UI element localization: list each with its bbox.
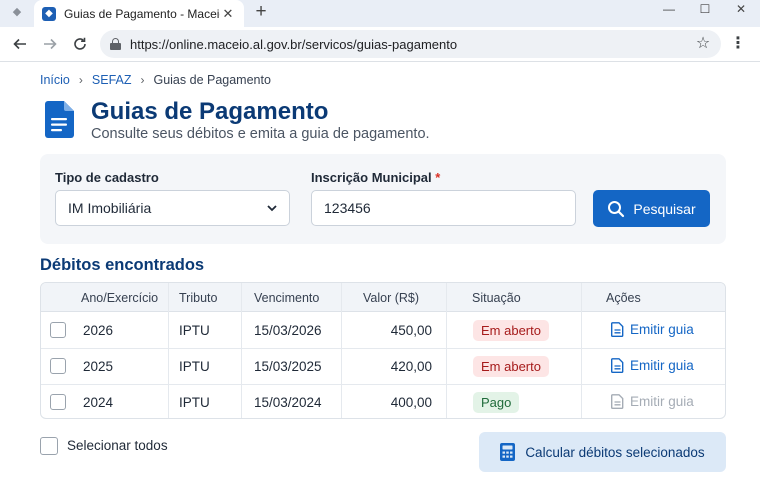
emitir-guia-button-disabled: Emitir guia <box>611 394 694 409</box>
file-icon <box>611 358 624 373</box>
maximize-icon[interactable]: ☐ <box>695 2 715 16</box>
browser-menu-icon[interactable]: ⋮ <box>728 33 748 53</box>
calcular-debitos-label: Calcular débitos selecionados <box>525 444 705 460</box>
select-all-checkbox[interactable] <box>40 437 58 455</box>
tipo-cadastro-label: Tipo de cadastro <box>55 170 159 185</box>
row-checkbox[interactable] <box>50 322 66 338</box>
tab-close-icon[interactable]: ✕ <box>220 6 236 22</box>
address-bar[interactable]: https://online.maceio.al.gov.br/servicos… <box>100 30 721 58</box>
back-icon[interactable] <box>9 33 31 55</box>
cell-tributo: IPTU <box>179 359 210 374</box>
cell-ano: 2026 <box>83 323 114 338</box>
chevron-right-icon: › <box>78 73 83 87</box>
calculator-icon <box>500 443 516 461</box>
row-checkbox[interactable] <box>50 394 66 410</box>
table-row: 2025 IPTU 15/03/2025 420,00 Em aberto Em… <box>41 349 725 385</box>
debitos-table: Ano/Exercício Tributo Vencimento Valor (… <box>40 282 726 419</box>
search-button-label: Pesquisar <box>633 200 696 217</box>
chevron-down-icon <box>267 205 277 212</box>
cell-ano: 2025 <box>83 359 114 374</box>
calcular-debitos-button[interactable]: Calcular débitos selecionados <box>479 432 726 472</box>
tab-search-icon[interactable]: ◆ <box>8 5 26 21</box>
status-badge: Em aberto <box>473 320 549 341</box>
window-close-icon[interactable]: ✕ <box>731 2 751 16</box>
row-checkbox[interactable] <box>50 358 66 374</box>
inscricao-value: 123456 <box>324 200 371 216</box>
column-header-valor: Valor (R$) <box>363 291 420 305</box>
column-header-acoes: Ações <box>606 291 641 305</box>
breadcrumb-current: Guias de Pagamento <box>153 73 271 87</box>
breadcrumb-sefaz[interactable]: SEFAZ <box>92 73 132 87</box>
emitir-guia-label: Emitir guia <box>630 322 694 337</box>
inscricao-label: Inscrição Municipal * <box>311 170 441 185</box>
cell-tributo: IPTU <box>179 395 210 410</box>
cell-valor: 400,00 <box>390 395 432 410</box>
tipo-cadastro-value: IM Imobiliária <box>68 200 152 216</box>
cell-tributo: IPTU <box>179 323 210 338</box>
cell-valor: 420,00 <box>390 359 432 374</box>
cell-vencimento: 15/03/2024 <box>254 395 322 410</box>
search-button[interactable]: Pesquisar <box>593 190 710 227</box>
tab-title: Guias de Pagamento - Maceió <box>64 6 220 21</box>
url-text[interactable]: https://online.maceio.al.gov.br/servicos… <box>130 37 457 52</box>
column-header-vencimento: Vencimento <box>254 291 320 305</box>
browser-tab-bar: ◆ ◆ Guias de Pagamento - Maceió ✕ + — ☐ … <box>0 0 760 27</box>
cell-vencimento: 15/03/2025 <box>254 359 322 374</box>
breadcrumb: Início › SEFAZ › Guias de Pagamento <box>40 73 271 87</box>
site-favicon-icon: ◆ <box>42 6 56 21</box>
required-asterisk: * <box>435 170 441 185</box>
cell-ano: 2024 <box>83 395 114 410</box>
page-title: Guias de Pagamento <box>91 98 329 125</box>
status-badge: Em aberto <box>473 356 549 377</box>
debitos-title: Débitos encontrados <box>40 256 205 274</box>
forward-icon[interactable] <box>39 33 61 55</box>
table-row: 2026 IPTU 15/03/2026 450,00 Em aberto Em… <box>41 313 725 349</box>
column-header-ano: Ano/Exercício <box>81 291 159 305</box>
cell-valor: 450,00 <box>390 323 432 338</box>
status-badge: Pago <box>473 392 520 413</box>
lock-icon[interactable] <box>110 38 121 50</box>
emitir-guia-label: Emitir guia <box>630 358 694 373</box>
new-tab-icon[interactable]: + <box>252 1 270 23</box>
browser-toolbar: https://online.maceio.al.gov.br/servicos… <box>0 27 760 62</box>
minimize-icon[interactable]: — <box>659 2 679 16</box>
select-all-label[interactable]: Selecionar todos <box>67 438 168 453</box>
table-header: Ano/Exercício Tributo Vencimento Valor (… <box>41 283 725 312</box>
file-icon <box>611 394 624 409</box>
chevron-right-icon: › <box>140 73 145 87</box>
browser-tab[interactable]: ◆ Guias de Pagamento - Maceió ✕ <box>34 0 244 27</box>
document-icon <box>45 101 74 138</box>
emitir-guia-button[interactable]: Emitir guia <box>611 322 694 337</box>
emitir-guia-label: Emitir guia <box>630 394 694 409</box>
reload-icon[interactable] <box>69 33 91 55</box>
column-header-situacao: Situação <box>472 291 521 305</box>
tipo-cadastro-select[interactable]: IM Imobiliária <box>55 190 290 226</box>
column-header-tributo: Tributo <box>179 291 218 305</box>
bookmark-star-icon[interactable]: ☆ <box>693 33 713 53</box>
inscricao-input[interactable]: 123456 <box>311 190 576 226</box>
file-icon <box>611 322 624 337</box>
table-row: 2024 IPTU 15/03/2024 400,00 Pago Emitir … <box>41 385 725 418</box>
search-icon <box>608 200 625 217</box>
emitir-guia-button[interactable]: Emitir guia <box>611 358 694 373</box>
breadcrumb-inicio[interactable]: Início <box>40 73 70 87</box>
page-subtitle: Consulte seus débitos e emita a guia de … <box>91 126 430 142</box>
cell-vencimento: 15/03/2026 <box>254 323 322 338</box>
